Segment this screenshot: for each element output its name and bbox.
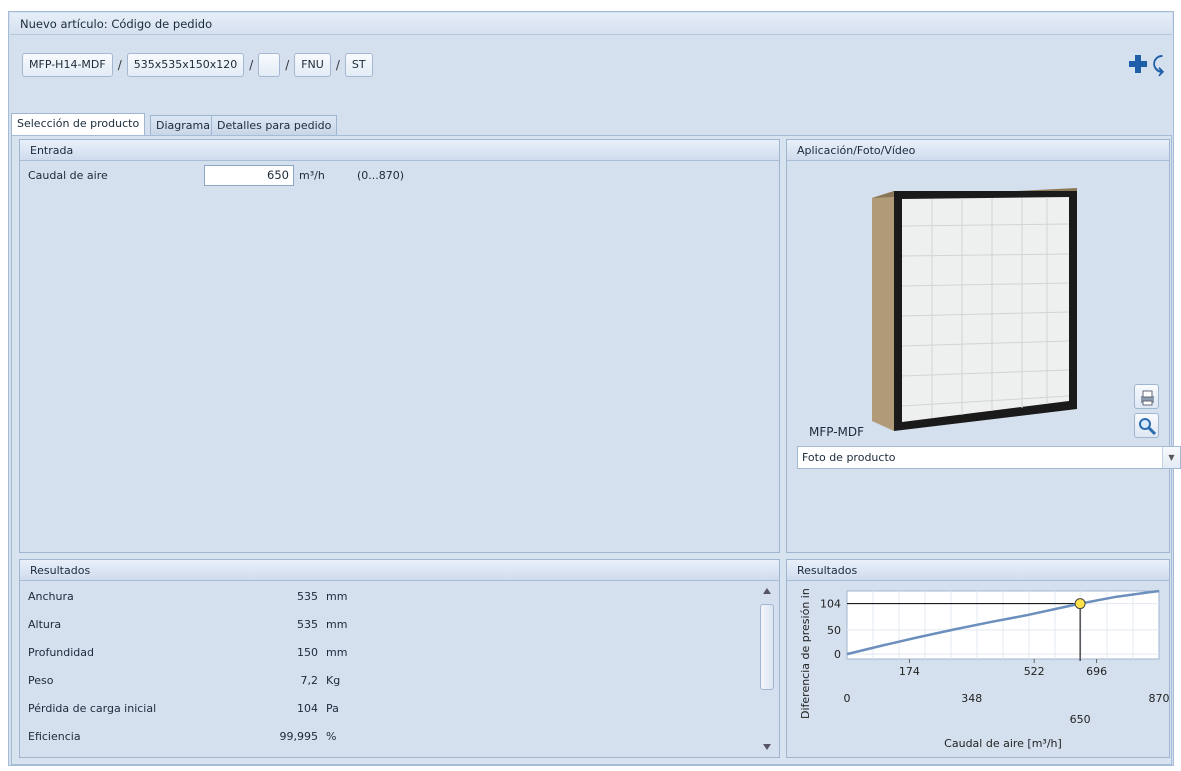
code-separator: / [285, 58, 290, 72]
pressure-chart: 0 50 104 174 522 696 0 348 870 650 Caudal de aire … [799, 588, 1170, 750]
product-caption: MFP-MDF [809, 425, 865, 439]
x-tick-label: 696 [1086, 665, 1107, 678]
code-separator: / [335, 58, 340, 72]
result-name: Anchura [28, 590, 74, 603]
airflow-input[interactable]: 650 [204, 165, 294, 186]
result-value: 535 [297, 590, 318, 603]
code-segment-dimensions[interactable]: 535x535x150x120 [126, 53, 245, 77]
chevron-down-icon[interactable]: ▼ [1162, 447, 1180, 468]
input-panel: Entrada Caudal de aire 650 m³/h (0...870… [19, 139, 780, 553]
undo-icon[interactable]: ⤹ [1152, 52, 1164, 76]
result-value: 104 [297, 702, 318, 715]
scroll-up-icon[interactable] [759, 584, 775, 598]
media-select-value: Foto de producto [802, 451, 896, 464]
code-segment-fnu[interactable]: FNU [294, 53, 331, 77]
result-name: Altura [28, 618, 62, 631]
code-segment-empty[interactable] [258, 53, 281, 77]
result-value: 7,2 [300, 674, 319, 687]
airflow-unit: m³/h [299, 169, 325, 182]
result-row: Eficiencia 99,995 % [28, 730, 768, 750]
scrollbar-thumb[interactable] [760, 604, 774, 690]
result-value: 150 [297, 646, 318, 659]
result-unit: mm [326, 590, 348, 603]
operating-x-label: 650 [1070, 713, 1091, 726]
result-name: Peso [28, 674, 54, 687]
results-panel: Resultados Anchura 535 mm Altura 535 mm … [19, 559, 780, 758]
result-unit: mm [326, 646, 348, 659]
result-value: 535 [297, 618, 318, 631]
chart-panel: Resultados 0 50 104 174 522 696 0 348 870 650 Caud… [786, 559, 1170, 758]
x-tick-label: 0 [844, 692, 851, 705]
result-value: 99,995 [279, 730, 319, 743]
result-name: Profundidad [28, 646, 95, 659]
result-unit: mm [326, 618, 348, 631]
results-scrollbar[interactable] [759, 584, 775, 754]
code-separator: / [117, 58, 122, 72]
code-segment-model[interactable]: MFP-H14-MDF [22, 53, 113, 77]
media-select[interactable]: Foto de producto ▼ [797, 446, 1181, 469]
media-panel-title: Aplicación/Foto/Vídeo [787, 140, 1169, 161]
result-row: Altura 535 mm [28, 618, 768, 638]
chart-panel-title: Resultados [787, 560, 1169, 581]
order-code-row: MFP-H14-MDF / 535x535x150x120 / / FNU / … [22, 52, 373, 78]
result-name: Pérdida de carga inicial [28, 702, 157, 715]
result-row: Peso 7,2 Kg [28, 674, 768, 694]
result-unit: Pa [326, 702, 339, 715]
tab-order-details[interactable]: Detalles para pedido [211, 115, 338, 135]
airflow-label: Caudal de aire [28, 169, 108, 182]
window-title: Nuevo artículo: Código de pedido [10, 13, 1172, 35]
operating-point [1074, 598, 1086, 610]
tab-diagram[interactable]: Diagrama [150, 115, 216, 135]
y-tick-label: 0 [834, 648, 841, 661]
x-tick-label: 870 [1149, 692, 1170, 705]
y-tick-label: 50 [827, 624, 841, 637]
x-tick-label: 174 [899, 665, 920, 678]
result-unit: % [326, 730, 337, 743]
result-unit: Kg [326, 674, 341, 687]
media-panel: Aplicación/Foto/Vídeo MFP-MDF Foto de pr… [786, 139, 1181, 553]
window: Nuevo artículo: Código de pedido MFP-H14… [8, 11, 1181, 766]
y-axis-label: Diferencia de presión in [799, 588, 812, 719]
magnifier-icon[interactable] [1134, 413, 1159, 438]
results-panel-title: Resultados [20, 560, 779, 581]
input-panel-title: Entrada [20, 140, 779, 161]
printer-icon[interactable] [1134, 384, 1159, 409]
result-row: Pérdida de carga inicial 104 Pa [28, 702, 768, 722]
result-row: Anchura 535 mm [28, 590, 768, 610]
tab-product-selection[interactable]: Selección de producto [11, 113, 146, 135]
result-row: Profundidad 150 mm [28, 646, 768, 666]
plus-icon[interactable] [1129, 55, 1147, 73]
code-segment-st[interactable]: ST [344, 53, 373, 77]
scroll-down-icon[interactable] [759, 740, 775, 754]
y-tick-label: 104 [820, 598, 841, 611]
code-separator: / [249, 58, 254, 72]
tab-content: Entrada Caudal de aire 650 m³/h (0...870… [11, 135, 1181, 765]
result-name: Eficiencia [28, 730, 81, 743]
x-axis-label: Caudal de aire [m³/h] [944, 737, 1062, 750]
filter-product-image [872, 188, 1077, 431]
x-tick-label: 348 [961, 692, 982, 705]
x-tick-label: 522 [1024, 665, 1045, 678]
airflow-range: (0...870) [357, 169, 405, 182]
